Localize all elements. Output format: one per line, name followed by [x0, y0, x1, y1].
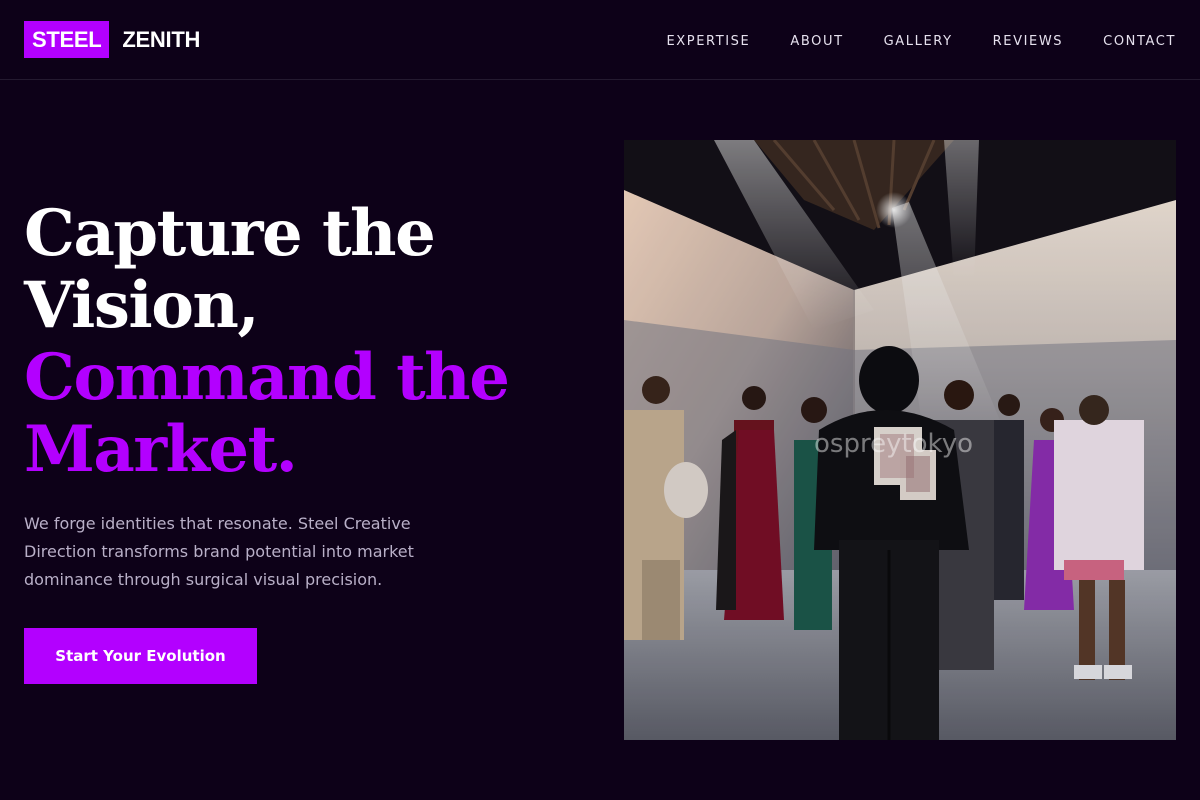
- top-navigation: STEEL ZENITH EXPERTISE ABOUT GALLERY REV…: [0, 0, 1200, 80]
- nav-link-about[interactable]: ABOUT: [790, 34, 843, 49]
- photo-watermark: ospreytokyo: [814, 429, 973, 459]
- nav-item-expertise: EXPERTISE: [666, 30, 750, 49]
- brand-logo-box: STEEL: [24, 21, 110, 58]
- nav-link-gallery[interactable]: GALLERY: [884, 34, 953, 49]
- brand-logo-word: ZENITH: [122, 26, 201, 52]
- hero-section: Capture the Vision, Command the Market. …: [24, 198, 584, 684]
- nav-links: EXPERTISE ABOUT GALLERY REVIEWS CONTACT: [626, 30, 1176, 49]
- nav-link-reviews[interactable]: REVIEWS: [993, 34, 1064, 49]
- headline-accent-line-2: Market.: [24, 412, 298, 487]
- nav-item-about: ABOUT: [790, 30, 843, 49]
- nav-item-reviews: REVIEWS: [993, 30, 1064, 49]
- headline-line-2: Vision,: [24, 268, 260, 343]
- nav-link-contact[interactable]: CONTACT: [1103, 34, 1176, 49]
- hero-headline: Capture the Vision, Command the Market.: [24, 198, 584, 486]
- hero-subtext: We forge identities that resonate. Steel…: [24, 514, 414, 589]
- nav-item-gallery: GALLERY: [884, 30, 953, 49]
- nav-link-expertise[interactable]: EXPERTISE: [666, 34, 750, 49]
- hero-photo: ospreytokyo: [624, 140, 1176, 740]
- headline-line-1: Capture the: [24, 196, 436, 271]
- start-evolution-button[interactable]: Start Your Evolution: [24, 628, 257, 684]
- brand-logo[interactable]: STEEL ZENITH: [24, 21, 200, 58]
- nav-item-contact: CONTACT: [1103, 30, 1176, 49]
- headline-accent-line-1: Command the: [24, 340, 510, 415]
